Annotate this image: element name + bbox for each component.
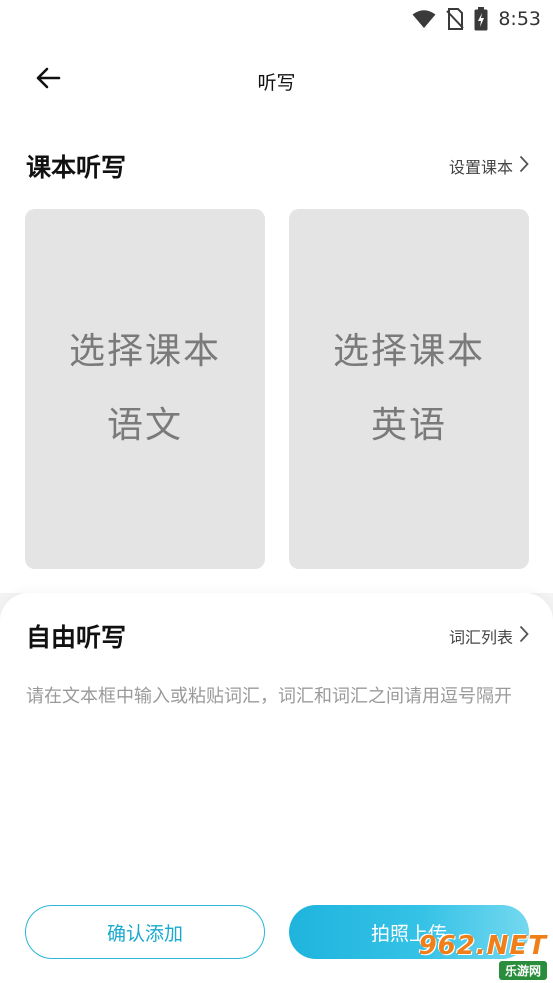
card-subject: 语文 xyxy=(106,405,183,446)
select-chinese-textbook-card[interactable]: 选择课本 语文 xyxy=(25,209,265,569)
status-icons: 8:53 xyxy=(412,6,541,32)
battery-charging-icon xyxy=(474,7,488,31)
watermark-logo: 962.NET xyxy=(418,930,547,961)
textbook-section-header: 课本听写 设置课本 xyxy=(26,146,529,186)
nav-bar: 听写 xyxy=(0,56,553,104)
chevron-right-icon xyxy=(519,625,529,647)
no-sim-icon xyxy=(446,8,465,30)
textbook-section-title: 课本听写 xyxy=(26,153,127,182)
clock: 8:53 xyxy=(498,8,541,30)
card-line-1: 选择课本 xyxy=(332,331,485,372)
free-section-header: 自由听写 词汇列表 xyxy=(26,616,529,656)
select-english-textbook-card[interactable]: 选择课本 英语 xyxy=(289,209,529,569)
wifi-icon xyxy=(412,9,436,29)
status-bar: 8:53 xyxy=(0,0,553,38)
card-line-1: 选择课本 xyxy=(68,331,221,372)
top-panel: 8:53 听写 课本听写 设置课本 选择课本 语文 选择课本 英语 xyxy=(0,0,553,593)
word-list-label: 词汇列表 xyxy=(448,628,513,647)
word-list-link[interactable]: 词汇列表 xyxy=(449,624,529,648)
set-textbook-label: 设置课本 xyxy=(448,158,513,177)
watermark-caption: 乐游网 xyxy=(498,960,547,980)
chevron-right-icon xyxy=(519,155,529,177)
page-title: 听写 xyxy=(257,72,296,94)
set-textbook-link[interactable]: 设置课本 xyxy=(449,154,529,178)
vocabulary-input[interactable] xyxy=(26,684,528,884)
site-watermark: 962.NET 乐游网 xyxy=(409,930,547,980)
confirm-add-label: 确认添加 xyxy=(106,922,183,945)
card-subject: 英语 xyxy=(370,405,447,446)
free-section-title: 自由听写 xyxy=(26,623,127,652)
confirm-add-button[interactable]: 确认添加 xyxy=(25,905,265,959)
